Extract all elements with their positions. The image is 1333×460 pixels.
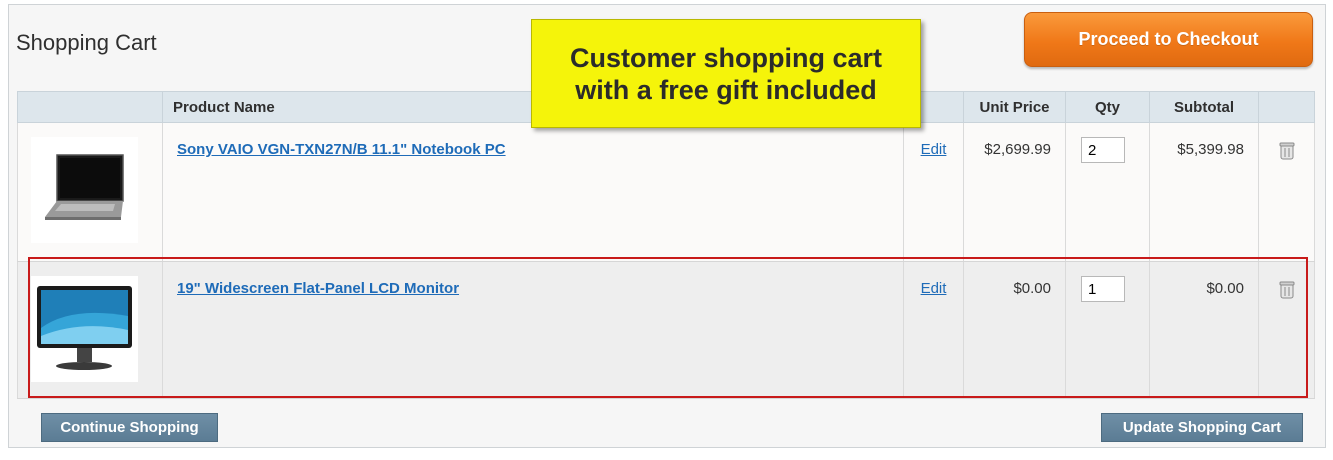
table-row: 19" Widescreen Flat-Panel LCD Monitor Ed…	[17, 261, 1315, 399]
header-remove	[1258, 91, 1315, 123]
annotation-callout: Customer shopping cart with a free gift …	[531, 19, 921, 128]
qty-input[interactable]	[1081, 276, 1125, 302]
subtotal-value: $0.00	[1206, 280, 1244, 297]
edit-cell: Edit	[903, 122, 964, 262]
remove-cell	[1258, 261, 1315, 399]
header-image	[17, 91, 163, 123]
qty-cell	[1065, 261, 1150, 399]
product-image-cell	[17, 261, 163, 399]
callout-line-1: Customer shopping cart	[569, 42, 883, 73]
unit-price: $0.00	[1013, 280, 1051, 297]
continue-shopping-button[interactable]: Continue Shopping	[41, 413, 218, 442]
subtotal-cell: $0.00	[1149, 261, 1259, 399]
laptop-icon[interactable]	[31, 137, 138, 243]
callout-line-2: with a free gift included	[575, 74, 877, 105]
edit-cell: Edit	[903, 261, 964, 399]
monitor-icon[interactable]	[31, 276, 138, 382]
qty-cell	[1065, 122, 1150, 262]
header-qty: Qty	[1065, 91, 1150, 123]
product-name-link[interactable]: Sony VAIO VGN-TXN27N/B 11.1" Notebook PC	[177, 141, 506, 158]
table-row: Sony VAIO VGN-TXN27N/B 11.1" Notebook PC…	[17, 122, 1315, 262]
product-name-cell: Sony VAIO VGN-TXN27N/B 11.1" Notebook PC	[162, 122, 904, 262]
subtotal-value: $5,399.98	[1177, 141, 1244, 158]
unit-price: $2,699.99	[984, 141, 1051, 158]
cart-table: Product Name Unit Price Qty Subtotal Son…	[17, 91, 1315, 399]
edit-link[interactable]: Edit	[904, 141, 963, 158]
header-unit-price: Unit Price	[963, 91, 1066, 123]
edit-link[interactable]: Edit	[904, 280, 963, 297]
remove-cell	[1258, 122, 1315, 262]
unit-price-cell: $0.00	[963, 261, 1066, 399]
header-subtotal: Subtotal	[1149, 91, 1259, 123]
trash-icon[interactable]	[1278, 280, 1296, 300]
proceed-to-checkout-button[interactable]: Proceed to Checkout	[1024, 12, 1313, 67]
product-image-cell	[17, 122, 163, 262]
trash-icon[interactable]	[1278, 141, 1296, 161]
qty-input[interactable]	[1081, 137, 1125, 163]
page-title: Shopping Cart	[16, 30, 157, 55]
subtotal-cell: $5,399.98	[1149, 122, 1259, 262]
product-name-link[interactable]: 19" Widescreen Flat-Panel LCD Monitor	[177, 280, 459, 297]
product-name-cell: 19" Widescreen Flat-Panel LCD Monitor	[162, 261, 904, 399]
update-shopping-cart-button[interactable]: Update Shopping Cart	[1101, 413, 1303, 442]
unit-price-cell: $2,699.99	[963, 122, 1066, 262]
